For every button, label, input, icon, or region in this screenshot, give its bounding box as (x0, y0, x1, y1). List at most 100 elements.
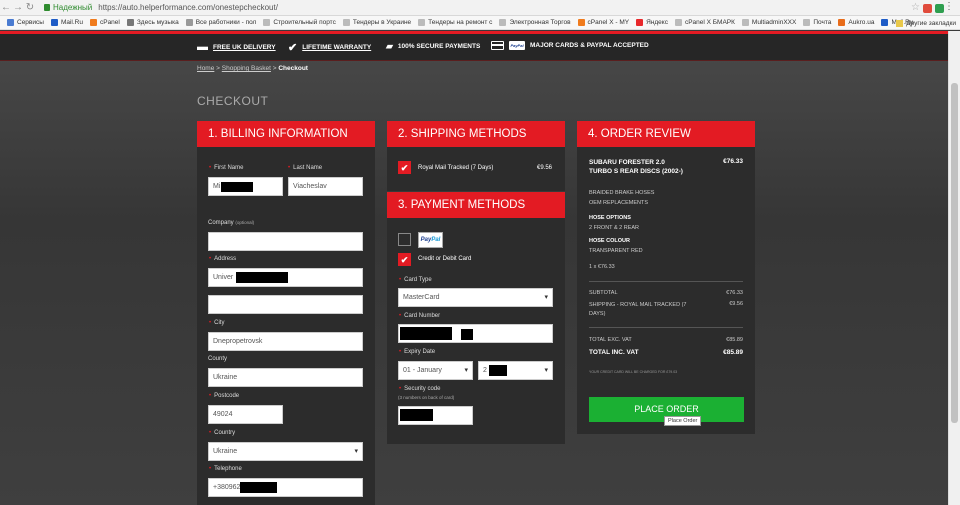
hose-colour-label: HOSE COLOUR (589, 238, 630, 244)
bookmarks-bar: Сервисы Mail.Ru cPanel Здесь музыка Все … (0, 16, 960, 30)
product-desc-2: OEM REPLACEMENTS (589, 200, 648, 206)
card-number-label: • Card Number (399, 313, 441, 319)
yandex-icon (636, 19, 644, 26)
bookmark-item[interactable]: Aukro.ua (838, 19, 874, 26)
bookmark-item[interactable]: MultiadminXXX (741, 19, 796, 26)
page-icon (674, 19, 682, 26)
bookmark-item[interactable]: cPanel X - MY (577, 19, 629, 26)
menu-icon[interactable]: ⋮ (944, 1, 954, 12)
url-field[interactable]: https://auto.helperformance.com/onestepc… (98, 3, 278, 12)
city-field[interactable]: Dnepropetrovsk (208, 332, 363, 351)
card-type-select[interactable]: MasterCard (398, 288, 553, 307)
page-icon (185, 19, 193, 26)
trust-cards: PayPal MAJOR CARDS & PAYPAL ACCEPTED (491, 41, 649, 50)
bookmark-item[interactable]: Сервисы (7, 19, 44, 26)
bookmark-item[interactable]: Здесь музыка (126, 19, 179, 26)
shipping-title: 2. SHIPPING METHODS (387, 121, 565, 147)
address-field-2[interactable] (208, 295, 363, 314)
other-bookmarks[interactable]: Другие закладки (896, 16, 956, 29)
shipping-method-checkbox[interactable]: ✔ (398, 161, 411, 174)
company-label: Company (optional) (208, 220, 255, 226)
bookmark-item[interactable]: cPanel X БМАРК (674, 19, 735, 26)
bookmark-star-icon[interactable]: ☆ (911, 2, 920, 13)
paypal-mini-icon: PayPal (509, 41, 525, 50)
breadcrumb-home[interactable]: Home (197, 65, 214, 72)
redaction-box (489, 365, 507, 376)
bookmark-item[interactable]: Тендеры на ремонт с (418, 19, 492, 26)
truck-icon: ▬ (197, 41, 208, 53)
security-code-label: • Security code (399, 386, 441, 392)
place-order-tooltip: Place Order (664, 416, 702, 426)
qty-line: 1 x €76.33 (589, 264, 615, 270)
trust-secure: ▰ 100% SECURE PAYMENTS (386, 41, 481, 51)
mailru-icon (881, 19, 889, 26)
subtotal-value: €76.33 (726, 290, 743, 296)
charge-note: YOUR CREDIT CARD WILL BE CHARGED FOR £79… (589, 370, 678, 374)
redaction-box (400, 409, 433, 421)
telephone-field[interactable]: +380962 (208, 478, 363, 497)
breadcrumb: Home > Shopping Basket > Checkout (197, 65, 308, 72)
payment-title: 3. PAYMENT METHODS (387, 192, 565, 218)
bookmark-item[interactable]: Все работники - пол (185, 19, 256, 26)
country-label: • Country (209, 430, 236, 436)
shipping-panel: 2. SHIPPING METHODS (387, 121, 565, 191)
county-label: County (208, 356, 228, 362)
page-scrollbar[interactable] (948, 31, 960, 505)
shipping-line-value: €9.56 (729, 301, 743, 307)
forward-icon[interactable]: → (12, 0, 24, 16)
redaction-box (400, 327, 452, 340)
folder-icon (896, 19, 904, 27)
aukro-icon (838, 19, 846, 26)
first-name-label: • First Name (209, 165, 244, 171)
bookmark-item[interactable]: Электронная Торгов (499, 19, 571, 26)
reload-icon[interactable]: ↻ (24, 0, 36, 16)
secure-label: Надежный (53, 3, 93, 12)
bookmark-item[interactable]: Mail.Ru (50, 19, 83, 26)
last-name-field[interactable]: Viacheslav (288, 177, 363, 196)
security-code-hint: (3 numbers on back of card) (398, 395, 455, 400)
trust-bar: ▬ FREE UK DELIVERY ✔ LIFETIME WARRANTY ▰ 10… (0, 34, 948, 61)
extension-icon[interactable] (923, 4, 932, 13)
county-field[interactable]: Ukraine (208, 368, 363, 387)
postcode-field[interactable]: 49024 (208, 405, 283, 424)
scrollbar-thumb[interactable] (951, 83, 958, 423)
expiry-month-select[interactable]: 01 - January (398, 361, 473, 380)
card-type-label: • Card Type (399, 277, 432, 283)
breadcrumb-basket[interactable]: Shopping Basket (222, 65, 271, 72)
total-ex-vat-label: TOTAL EXC. VAT (589, 337, 632, 343)
billing-title: 1. BILLING INFORMATION (197, 121, 375, 147)
bookmark-item[interactable]: Почта (803, 19, 831, 26)
order-review-title: 4. ORDER REVIEW (577, 121, 755, 147)
lock-icon (44, 4, 50, 11)
hose-colour-value: TRANSPARENT RED (589, 248, 643, 254)
bookmark-item[interactable]: Строительный портс (263, 19, 336, 26)
country-select[interactable]: Ukraine (208, 442, 363, 461)
checkmark-icon: ✔ (400, 255, 409, 265)
back-icon[interactable]: ← (0, 0, 12, 16)
redaction-box (236, 272, 288, 283)
redaction-box (221, 182, 253, 192)
divider (589, 281, 743, 282)
bookmark-item[interactable]: Яндекс (636, 19, 668, 26)
total-ex-vat-value: €85.89 (726, 337, 743, 343)
bookmark-item[interactable]: Тендеры в Украине (342, 19, 411, 26)
mailru-icon (50, 19, 58, 26)
page-icon (342, 19, 350, 26)
cpanel-icon (577, 19, 585, 26)
redaction-box (240, 482, 277, 493)
paypal-logo[interactable]: PayPal (418, 232, 443, 248)
breadcrumb-current: Checkout (278, 65, 308, 72)
bookmark-item[interactable]: cPanel (89, 19, 120, 26)
card-payment-checkbox[interactable]: ✔ (398, 253, 411, 266)
lock-icon: ▰ (386, 41, 393, 51)
page-icon (741, 19, 749, 26)
redaction-box (461, 329, 473, 340)
page-icon (263, 19, 271, 26)
trust-warranty[interactable]: ✔ LIFETIME WARRANTY (288, 41, 371, 54)
paypal-checkbox[interactable] (398, 233, 411, 246)
shield-extension-icon[interactable] (935, 4, 944, 13)
trust-delivery[interactable]: ▬ FREE UK DELIVERY (197, 41, 276, 53)
company-field[interactable] (208, 232, 363, 251)
card-payment-label: Credit or Debit Card (418, 256, 472, 262)
secure-indicator[interactable]: Надежный (44, 3, 92, 12)
